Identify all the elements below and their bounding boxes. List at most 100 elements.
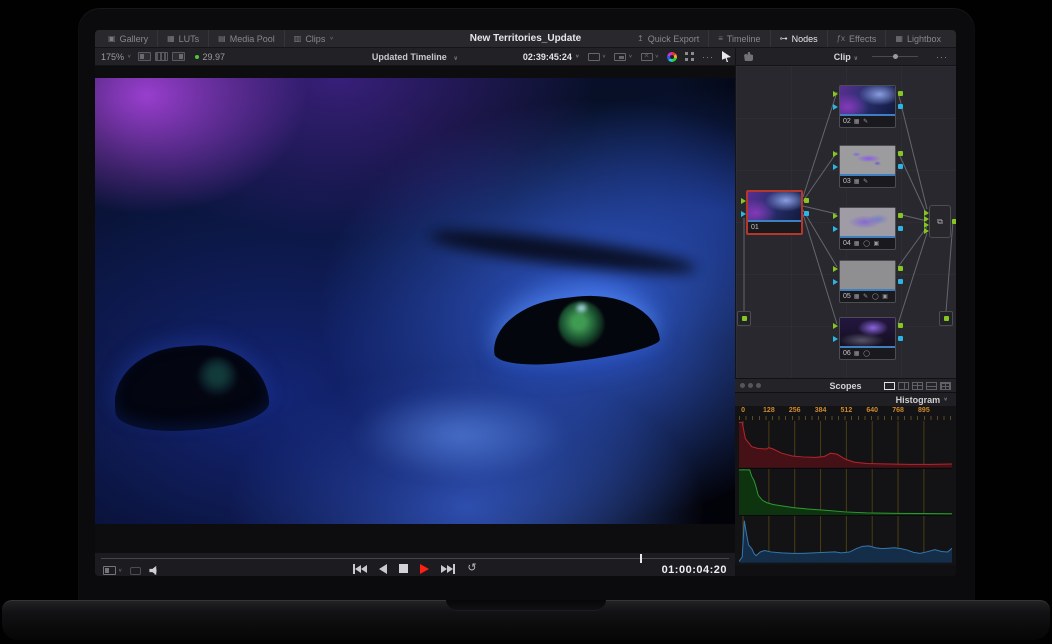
play-button[interactable] [420,564,429,574]
main-toolbar: ▣Gallery▦LUTs▤Media Pool▥Clips∨ New Terr… [95,30,956,48]
node-label: 06 [843,350,851,357]
panel-window-dots [740,383,761,388]
node-badges: ▦ ✎ [854,118,869,125]
toolbar-right-group: ↥Quick Export≡Timeline ⊶ Nodes ƒx Effects ▦Li… [628,30,956,47]
scope-layout-main-icon[interactable] [926,382,937,390]
image-eyebrow [427,222,697,281]
pointer-tool-icon[interactable] [722,51,731,62]
node-graph-panel[interactable]: ⧉ 01 02▦ ✎ [735,66,956,378]
source-timecode-dropdown[interactable]: 02:39:45:24 ∨ [523,52,580,62]
toolbar-button-lightbox[interactable]: ▦Lightbox [885,30,950,47]
chevron-down-icon: ∨ [853,56,858,62]
chevron-down-icon: ∨ [655,54,659,60]
node-thumbnail [840,261,895,289]
toolbar-button-label: LUTs [179,34,200,44]
corrector-node-05[interactable]: 05▦ ✎ ◯ ▣ [839,260,896,303]
scope-layout-grid-icon[interactable] [940,382,951,390]
source-timecode-value: 02:39:45:24 [523,52,572,62]
laptop-scene: ▣Gallery▦LUTs▤Media Pool▥Clips∨ New Terr… [0,0,1052,644]
toolbar-button-media-pool[interactable]: ▤Media Pool [208,30,284,47]
skip-to-start-button[interactable] [353,564,367,574]
scope-layout-buttons [884,382,951,390]
toolbar-button-luts[interactable]: ▦LUTs [157,30,208,47]
node-view-selector[interactable]: Clip ∨ [736,52,956,62]
histogram-charts [739,421,952,563]
toolbar-button-label: Quick Export [648,34,700,44]
image-cheek-glow [351,390,569,480]
scope-layout-quad-icon[interactable] [912,382,923,390]
scope-layout-split-icon[interactable] [898,382,909,390]
display-mode-dropdown[interactable]: ∨ [588,53,606,61]
slider-knob[interactable] [893,54,898,59]
loop-button[interactable]: ↺ [467,563,476,574]
playhead[interactable] [640,554,642,563]
panel-bottom-strip [735,565,956,576]
corrector-node-06[interactable]: 06▦ ◯ [839,317,896,360]
timeline-name-label: Updated Timeline [372,52,447,62]
stop-button[interactable] [399,564,408,573]
histogram-panel: 0128256384512640768895 [735,406,956,565]
toolbar-button-label: Nodes [792,34,818,44]
corrector-node-01[interactable]: 01 [746,190,803,235]
corrector-node-04[interactable]: 04▦ ◯ ▣ [839,207,896,250]
gallery-icon: ▣ [108,35,116,43]
viewer-image[interactable] [95,78,735,524]
toolbar-button-timeline[interactable]: ≡Timeline [708,30,769,47]
node-thumbnail [840,318,895,346]
toolbar-button-clips[interactable]: ▥Clips∨ [284,30,343,47]
histogram-blue-channel [739,515,952,563]
node-badges: ▦ ✎ ◯ ▣ [854,293,889,300]
effects-icon: ƒx [837,35,845,43]
play-reverse-button[interactable] [379,564,387,574]
source-node[interactable] [737,311,751,326]
axis-tick-label: 640 [866,407,878,414]
layer-mixer-node[interactable]: ⧉ [929,205,951,238]
histogram-mode-label: Histogram [896,395,941,405]
source-port-icon [742,316,747,321]
histogram-tick-marks [739,416,952,420]
node-thumbnail [840,86,895,114]
wipe-disabled-icon [641,53,653,61]
picture-in-picture-icon [614,53,626,61]
histogram-header[interactable]: Histogram ∨ [735,392,956,406]
clips-icon: ▥ [294,35,302,43]
viewer-scrubber[interactable] [101,558,729,559]
skip-to-end-button[interactable] [441,564,455,574]
reference-wipe-dropdown[interactable]: ∨ [614,53,632,61]
toolbar-button-label: Gallery [120,34,149,44]
viewer-options-menu[interactable]: ··· [702,52,714,62]
output-node[interactable] [939,311,953,326]
transport-controls: ↺ [95,563,735,574]
nodes-icon: ⊶ [780,35,788,43]
toolbar-button-quick-export[interactable]: ↥Quick Export [628,30,708,47]
node-badges: ▦ ◯ [854,350,871,357]
axis-tick-label: 128 [763,407,775,414]
chevron-down-icon: ∨ [575,54,580,60]
axis-tick-label: 0 [741,407,745,414]
record-timecode: 01:00:04:20 [662,564,727,576]
toolbar-button-label: Effects [849,34,876,44]
scope-layout-single-icon[interactable] [884,382,895,390]
color-viewer-lut-icon[interactable] [667,52,677,62]
wipe-style-dropdown[interactable]: ∨ [641,53,659,61]
chevron-down-icon: ∨ [329,36,333,42]
node-label: 04 [843,240,851,247]
toolbar-button-nodes[interactable]: ⊶ Nodes [770,30,827,47]
axis-tick-label: 256 [789,407,801,414]
node-panel-options-menu[interactable]: ··· [936,52,948,62]
axis-tick-label: 384 [815,407,827,414]
toolbar-button-label: Timeline [727,34,761,44]
node-badges: ▦ ✎ [854,178,869,185]
toolbar-button-effects[interactable]: ƒx Effects [827,30,886,47]
corrector-node-02[interactable]: 02▦ ✎ [839,85,896,128]
node-zoom-slider[interactable] [872,56,918,57]
image-left-eye [111,340,270,435]
corrector-node-03[interactable]: 03▦ ✎ [839,145,896,188]
axis-tick-label: 512 [841,407,853,414]
expand-viewer-icon[interactable] [685,52,694,61]
axis-tick-label: 768 [892,407,904,414]
layer-mixer-icon: ⧉ [937,217,943,227]
davinci-resolve-window: ▣Gallery▦LUTs▤Media Pool▥Clips∨ New Terr… [95,30,956,576]
toolbar-button-gallery[interactable]: ▣ Gallery [99,30,157,47]
histogram-green-channel [739,468,952,516]
